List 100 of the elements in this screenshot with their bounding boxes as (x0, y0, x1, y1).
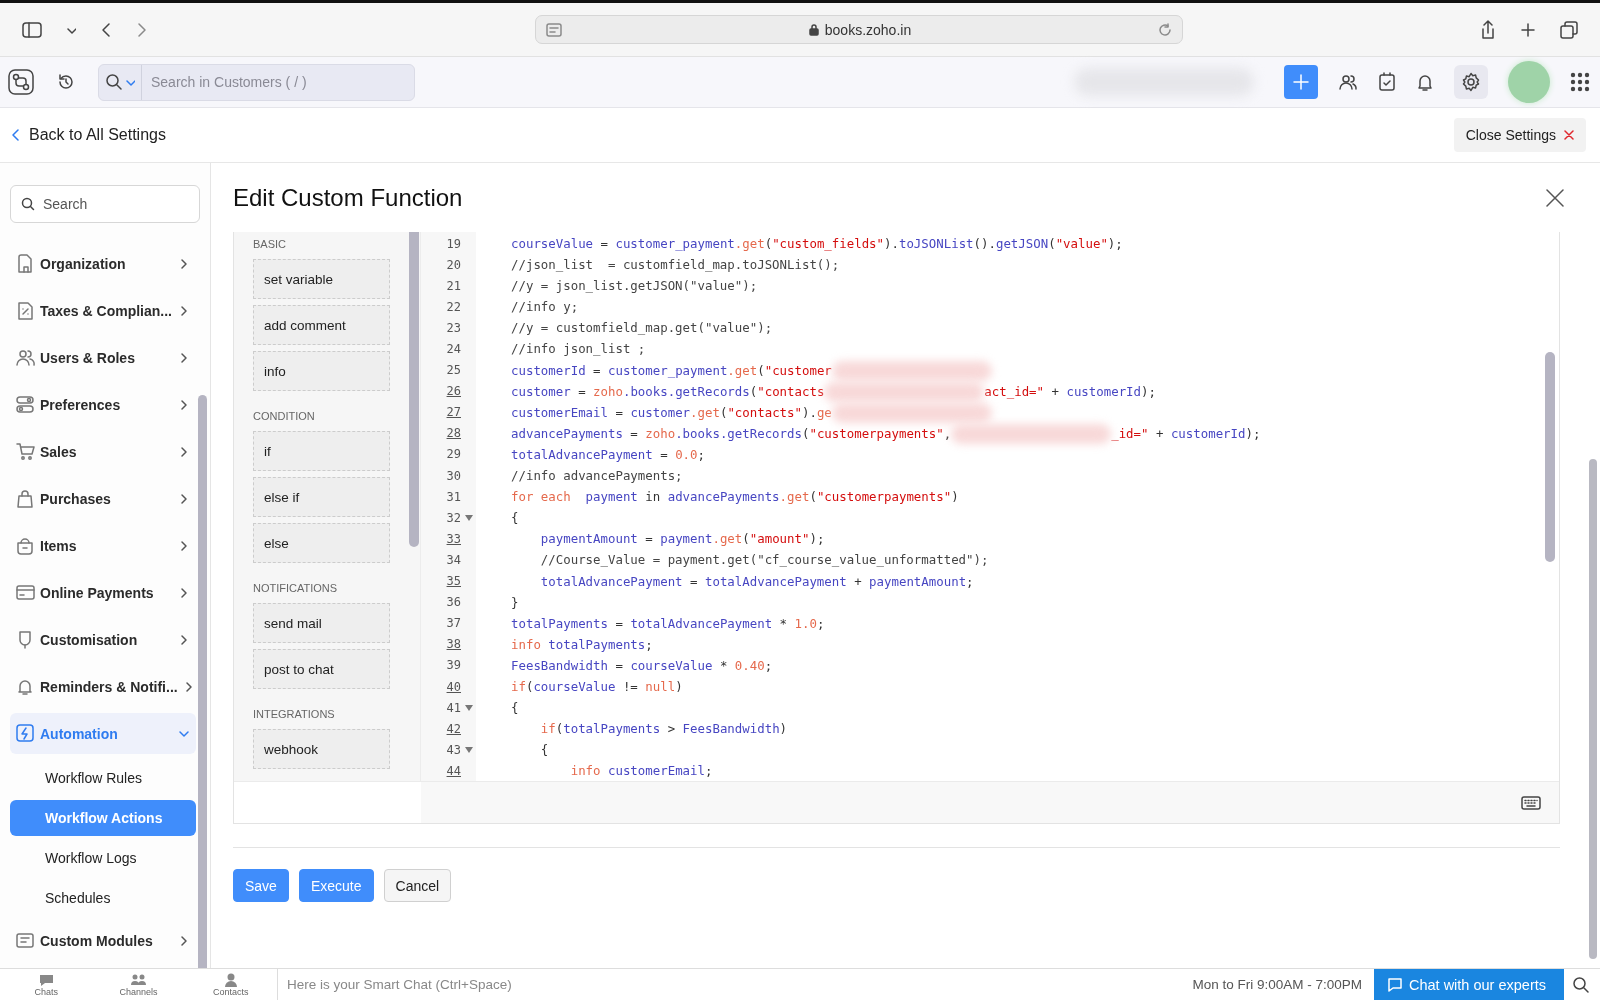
forward-icon[interactable] (136, 21, 148, 38)
sidebar-item[interactable]: Customisation (10, 619, 196, 660)
sidebar-item[interactable]: Custom Modules (10, 920, 196, 961)
fold-arrow-icon[interactable] (464, 513, 473, 522)
settings-button[interactable] (1454, 65, 1488, 99)
close-settings-button[interactable]: Close Settings (1453, 118, 1586, 152)
address-bar[interactable]: books.zoho.in (535, 15, 1183, 44)
code-line: info customerEmail; (569, 762, 713, 781)
scrollbar-thumb[interactable] (409, 232, 419, 547)
sidebar-item[interactable]: Items (10, 525, 196, 566)
reload-icon[interactable] (1158, 22, 1172, 37)
sidebar-item[interactable]: Automation (10, 713, 196, 754)
line-number: 42 (445, 721, 461, 736)
app-logo-icon[interactable] (8, 69, 34, 95)
code-line: customerEmail = customer.get("contacts").ge (511, 401, 992, 423)
line-number: 24 (445, 342, 461, 356)
share-icon[interactable] (1480, 19, 1496, 40)
line-number: 40 (445, 679, 461, 694)
code-line: //info json_list ; (511, 340, 646, 359)
fold-arrow-icon[interactable] (464, 703, 473, 712)
code-line: //y = json_list.getJSON("value"); (511, 277, 758, 296)
scrollbar-thumb[interactable] (1545, 352, 1555, 562)
new-tab-icon[interactable] (1520, 21, 1536, 38)
snippet-item[interactable]: send mail (253, 603, 390, 643)
menu-item-icon (16, 489, 35, 508)
search-field[interactable]: Search (10, 185, 200, 223)
menu-item-icon (16, 254, 35, 273)
snippet-item[interactable]: post to chat (253, 649, 390, 689)
code-line: totalPayments = totalAdvancePayment * 1.0; (511, 614, 825, 633)
sidebar-item[interactable]: Organization (10, 243, 196, 284)
code-line: if(totalPayments > FeesBandwidth) (539, 720, 788, 739)
sidebar-toggle-icon[interactable] (22, 21, 42, 38)
snippet-item[interactable]: if (253, 431, 390, 471)
snippet-item[interactable]: add comment (253, 305, 390, 345)
sidebar-item[interactable]: Users & Roles (10, 337, 196, 378)
code-line: courseValue = customer_payment.get("custom_fields").toJSONList().getJSON("value"); (511, 235, 1123, 253)
line-number: 21 (445, 278, 461, 293)
users-icon[interactable] (1338, 72, 1358, 92)
search-field[interactable]: Search in Customers ( / ) (98, 63, 415, 101)
code-line: totalAdvancePayment = 0.0; (511, 445, 705, 464)
bell-icon[interactable] (1416, 72, 1434, 92)
snippet-item[interactable]: webhook (253, 729, 390, 769)
fold-arrow-icon[interactable] (464, 745, 473, 754)
snippet-item[interactable]: set variable (253, 259, 390, 299)
code-line: //Course_Value = payment.get("cf_course_value_unformatted"); (539, 551, 989, 570)
scrollbar-thumb[interactable] (198, 395, 207, 968)
sidebar-item[interactable]: Online Payments (10, 572, 196, 613)
sidebar-subitem[interactable]: Workflow Rules (10, 760, 196, 796)
snippet-item[interactable]: else (253, 523, 390, 563)
keyboard-icon[interactable] (1521, 795, 1541, 810)
code-line: FeesBandwidth = courseValue * 0.40; (511, 656, 773, 675)
chat-tab[interactable]: Chats (0, 969, 93, 1000)
search-icon[interactable] (105, 73, 123, 91)
sidebar-subitem[interactable]: Workflow Logs (10, 840, 196, 876)
back-icon[interactable] (100, 21, 112, 38)
close-icon[interactable] (1546, 188, 1564, 207)
snippet-item[interactable]: info (253, 351, 390, 391)
menu-item-icon (16, 931, 35, 950)
menu-item-icon (16, 301, 35, 320)
line-number: 23 (445, 320, 461, 335)
sidebar-item[interactable]: Taxes & Complian... (10, 290, 196, 331)
sidebar-item[interactable]: Sales (10, 431, 196, 472)
line-number: 43 (445, 742, 461, 757)
code-line: for each payment in advancePayments.get("customerpayments") (511, 488, 959, 507)
line-number: 25 (445, 363, 461, 378)
code-line: customer = zoho.books.getRecords("contacts act_id=" + customerId); (511, 380, 1156, 402)
task-icon[interactable] (1378, 72, 1396, 92)
action-button[interactable]: Cancel (383, 869, 452, 902)
apps-grid-icon[interactable] (1570, 72, 1590, 92)
scrollbar-thumb[interactable] (1589, 459, 1597, 959)
tab-icon (222, 972, 239, 987)
code-line: advancePayments = zoho.books.getRecords("customerpayments", _id=" + customerId); (511, 422, 1261, 444)
lock-icon (808, 23, 819, 36)
sidebar-item[interactable]: Reminders & Notifi... (10, 666, 196, 707)
section-heading: CONDITION (253, 410, 316, 422)
chat-tab[interactable]: Contacts (184, 969, 277, 1000)
back-link[interactable]: Back to All Settings (12, 126, 166, 144)
chat-icon (1388, 977, 1402, 992)
chat-tab[interactable]: Channels (92, 969, 185, 1000)
support-hours: Mon to Fri 9:00AM - 7:00PM (1192, 977, 1362, 992)
code-line: { (539, 741, 549, 760)
line-number: 19 (445, 236, 461, 251)
page-icon (546, 22, 562, 37)
menu-item-icon (16, 442, 35, 461)
chat-with-experts-button[interactable]: Chat with our experts (1374, 969, 1564, 1000)
code-line: } (511, 593, 519, 612)
line-number: 31 (445, 489, 461, 504)
line-number: 39 (445, 658, 461, 673)
sidebar-item[interactable]: Purchases (10, 478, 196, 519)
search-icon[interactable] (1572, 975, 1590, 994)
sidebar-subitem[interactable]: Schedules (10, 880, 196, 916)
line-number: 20 (445, 257, 461, 272)
tabs-icon[interactable] (1560, 20, 1578, 39)
line-number: 41 (445, 700, 461, 715)
add-button[interactable] (1284, 65, 1318, 99)
sidebar-item[interactable]: Preferences (10, 384, 196, 425)
settings-icon (1461, 72, 1481, 92)
history-icon[interactable] (56, 72, 76, 92)
line-number: 22 (445, 299, 461, 314)
snippet-item[interactable]: else if (253, 477, 390, 517)
